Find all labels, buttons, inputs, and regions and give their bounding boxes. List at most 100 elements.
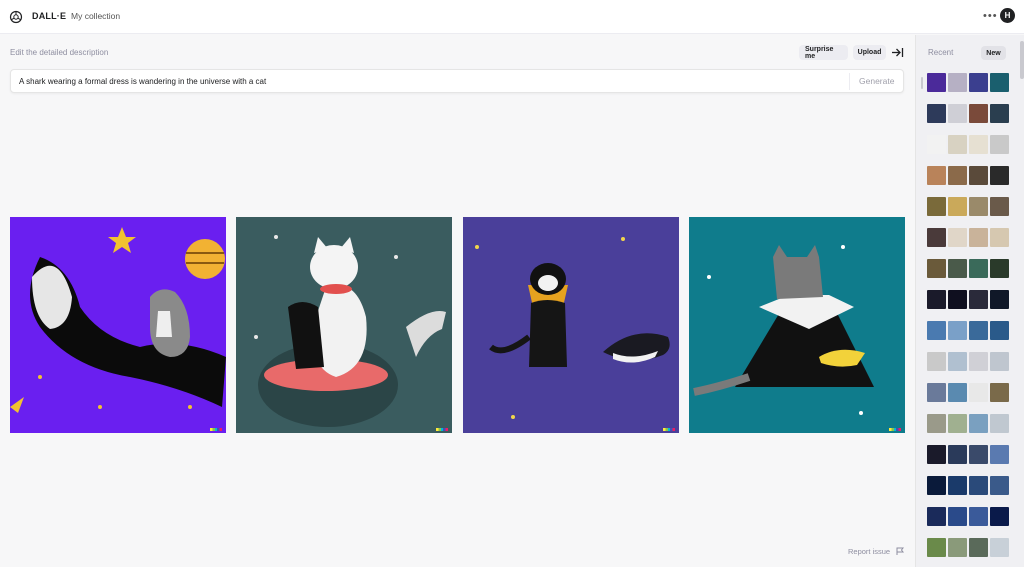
history-thumbnail[interactable] xyxy=(948,104,967,123)
history-thumbnail[interactable] xyxy=(990,290,1009,309)
surprise-me-button[interactable]: Surprise me xyxy=(799,45,848,60)
history-thumbnail[interactable] xyxy=(990,538,1009,557)
history-thumbnail[interactable] xyxy=(927,228,946,247)
history-thumbnail[interactable] xyxy=(990,414,1009,433)
history-thumbnail[interactable] xyxy=(927,290,946,309)
history-thumbnail[interactable] xyxy=(990,259,1009,278)
history-row xyxy=(927,73,1009,92)
history-thumbnail[interactable] xyxy=(969,321,988,340)
scrollbar[interactable] xyxy=(921,77,923,89)
history-thumbnail[interactable] xyxy=(948,352,967,371)
history-thumbnail[interactable] xyxy=(969,259,988,278)
history-thumbnail[interactable] xyxy=(990,104,1009,123)
history-thumbnail[interactable] xyxy=(927,104,946,123)
result-image-3[interactable] xyxy=(463,217,679,433)
result-image-1[interactable] xyxy=(10,217,226,433)
history-thumbnail[interactable] xyxy=(927,352,946,371)
history-thumbnail[interactable] xyxy=(990,507,1009,526)
upload-button[interactable]: Upload xyxy=(853,45,886,60)
signature-mark xyxy=(889,428,901,431)
history-thumbnail[interactable] xyxy=(948,414,967,433)
history-thumbnail[interactable] xyxy=(969,476,988,495)
history-row xyxy=(927,259,1009,278)
more-options-icon[interactable]: ••• xyxy=(983,10,998,22)
history-thumbnail[interactable] xyxy=(990,197,1009,216)
history-thumbnail[interactable] xyxy=(927,73,946,92)
history-row xyxy=(927,290,1009,309)
history-thumbnail[interactable] xyxy=(948,290,967,309)
history-thumbnail[interactable] xyxy=(927,383,946,402)
history-row xyxy=(927,445,1009,464)
history-thumbnail[interactable] xyxy=(927,538,946,557)
history-row xyxy=(927,135,1009,154)
history-thumbnail[interactable] xyxy=(927,135,946,154)
history-thumbnail[interactable] xyxy=(927,259,946,278)
history-thumbnail[interactable] xyxy=(969,507,988,526)
history-thumbnail[interactable] xyxy=(969,414,988,433)
flag-icon[interactable] xyxy=(896,547,904,555)
history-thumbnail[interactable] xyxy=(969,290,988,309)
history-row xyxy=(927,538,1009,557)
history-thumbnail[interactable] xyxy=(948,259,967,278)
history-thumbnail[interactable] xyxy=(990,445,1009,464)
history-row xyxy=(927,166,1009,185)
recent-label: Recent xyxy=(928,48,954,57)
history-thumbnail[interactable] xyxy=(927,166,946,185)
signature-mark xyxy=(210,428,222,431)
history-thumbnail[interactable] xyxy=(927,197,946,216)
history-thumbnail[interactable] xyxy=(969,166,988,185)
history-thumbnail[interactable] xyxy=(990,476,1009,495)
history-thumbnail[interactable] xyxy=(969,135,988,154)
history-row xyxy=(927,352,1009,371)
history-thumbnail[interactable] xyxy=(990,228,1009,247)
history-thumbnail[interactable] xyxy=(990,135,1009,154)
openai-logo-icon[interactable] xyxy=(9,10,23,24)
report-issue-link[interactable]: Report issue xyxy=(848,547,890,556)
prompt-input[interactable]: A shark wearing a formal dress is wander… xyxy=(10,69,904,93)
history-thumbnail[interactable] xyxy=(927,321,946,340)
history-thumbnail[interactable] xyxy=(948,476,967,495)
history-thumbnail[interactable] xyxy=(948,321,967,340)
history-thumbnail[interactable] xyxy=(948,135,967,154)
new-button[interactable]: New xyxy=(981,46,1006,60)
history-thumbnail[interactable] xyxy=(948,445,967,464)
history-thumbnail[interactable] xyxy=(969,352,988,371)
history-thumbnail[interactable] xyxy=(990,383,1009,402)
generate-button[interactable]: Generate xyxy=(859,76,894,86)
history-thumbnail[interactable] xyxy=(927,414,946,433)
user-avatar[interactable]: H xyxy=(1000,8,1015,23)
history-thumbnail[interactable] xyxy=(969,538,988,557)
history-thumbnail[interactable] xyxy=(948,507,967,526)
history-thumbnail[interactable] xyxy=(927,507,946,526)
history-row xyxy=(927,104,1009,123)
history-thumbnail[interactable] xyxy=(948,538,967,557)
result-image-2[interactable] xyxy=(236,217,452,433)
history-thumbnail[interactable] xyxy=(948,73,967,92)
prompt-hint: Edit the detailed description xyxy=(10,48,109,57)
history-thumbnail[interactable] xyxy=(948,228,967,247)
brand-name[interactable]: DALL·E xyxy=(32,11,66,21)
my-collection-link[interactable]: My collection xyxy=(71,11,120,21)
history-thumbnail[interactable] xyxy=(969,104,988,123)
history-thumbnail[interactable] xyxy=(969,445,988,464)
history-thumbnail[interactable] xyxy=(990,321,1009,340)
collapse-sidebar-icon[interactable] xyxy=(891,46,904,59)
history-thumbnail[interactable] xyxy=(969,197,988,216)
divider xyxy=(849,73,850,90)
result-image-4[interactable] xyxy=(689,217,905,433)
history-row xyxy=(927,414,1009,433)
history-thumbnail[interactable] xyxy=(927,476,946,495)
history-row xyxy=(927,197,1009,216)
history-thumbnail[interactable] xyxy=(990,352,1009,371)
history-thumbnail[interactable] xyxy=(969,383,988,402)
history-thumbnail[interactable] xyxy=(948,383,967,402)
history-thumbnail[interactable] xyxy=(990,73,1009,92)
history-thumbnail[interactable] xyxy=(990,166,1009,185)
history-thumbnail[interactable] xyxy=(927,445,946,464)
prompt-text[interactable]: A shark wearing a formal dress is wander… xyxy=(19,77,266,86)
history-thumbnail[interactable] xyxy=(969,73,988,92)
history-thumbnail[interactable] xyxy=(969,228,988,247)
history-thumbnail[interactable] xyxy=(948,197,967,216)
scrollbar-thumb[interactable] xyxy=(1020,41,1024,79)
history-thumbnail[interactable] xyxy=(948,166,967,185)
